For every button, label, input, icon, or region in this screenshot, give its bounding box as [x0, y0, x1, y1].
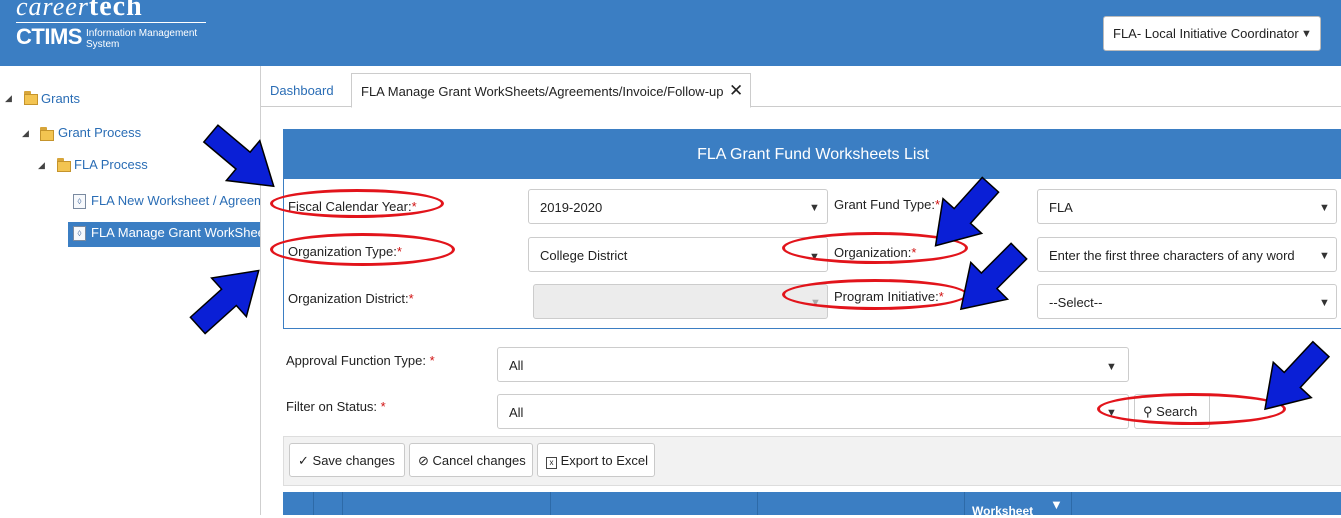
annotation-arrow [179, 112, 1341, 428]
